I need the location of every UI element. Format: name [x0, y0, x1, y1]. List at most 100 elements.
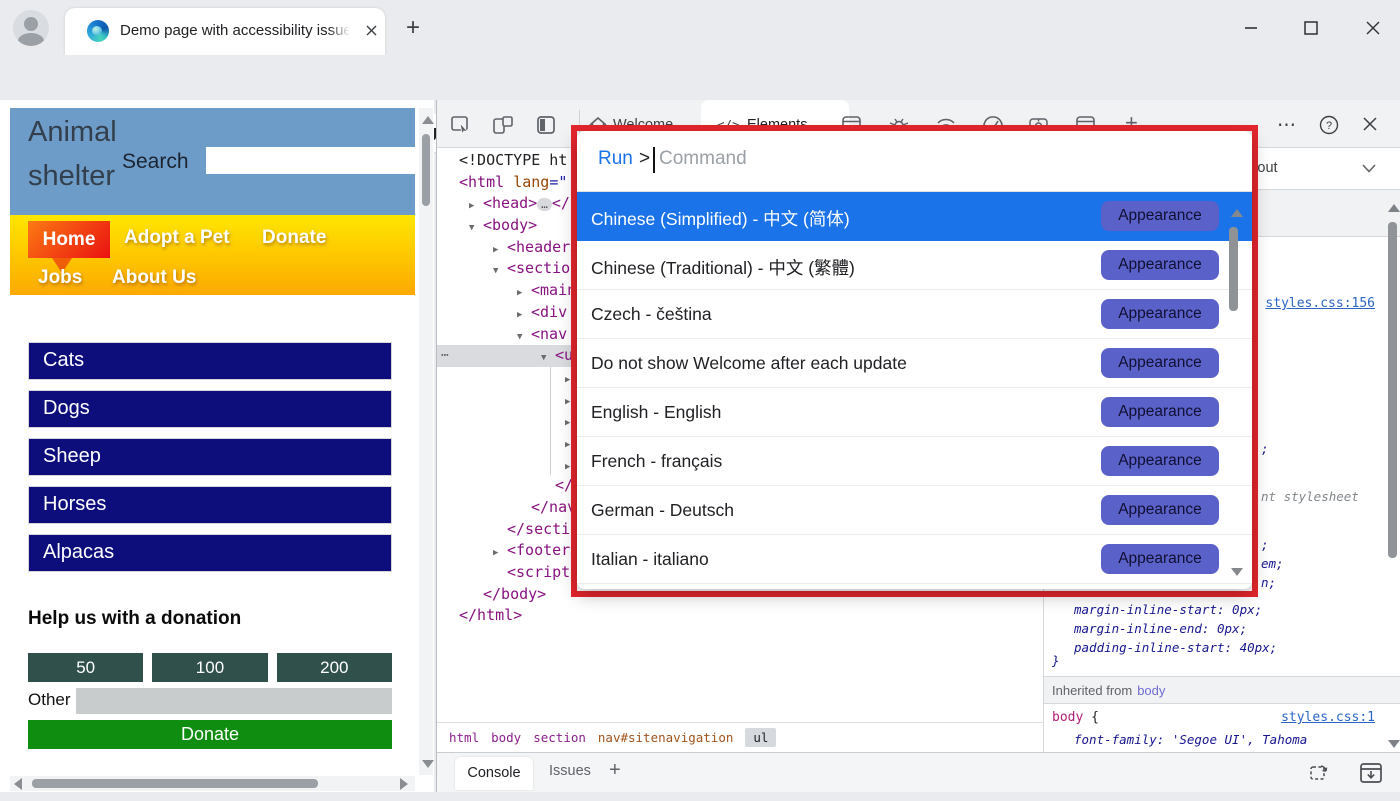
command-item-badge[interactable]: Appearance — [1101, 446, 1219, 476]
animal-button-sheep[interactable]: Sheep — [28, 438, 392, 476]
command-item[interactable]: English - English Appearance — [577, 388, 1252, 437]
palette-scroll-thumb[interactable] — [1229, 227, 1238, 311]
page-hscroll-thumb[interactable] — [32, 779, 318, 788]
new-tab-button[interactable]: + — [400, 16, 426, 42]
breadcrumb-item-section[interactable]: section — [533, 730, 586, 745]
profile-avatar[interactable] — [13, 10, 49, 46]
code-segment: <header> — [507, 237, 580, 256]
scroll-down-icon[interactable] — [422, 760, 434, 768]
donate-button[interactable]: Donate — [28, 720, 392, 749]
command-item[interactable]: Do not show Welcome after each update App… — [577, 339, 1252, 388]
site-title-line2: shelter — [28, 160, 116, 192]
command-item-label: Chinese (Traditional) - 中文 (繁體) — [591, 258, 855, 278]
command-item-badge[interactable]: Appearance — [1101, 201, 1219, 231]
command-item-badge[interactable]: Appearance — [1101, 250, 1219, 280]
scroll-up-icon[interactable] — [422, 116, 434, 124]
body-stylesheet-link[interactable]: styles.css:1 — [1281, 710, 1375, 725]
nav-item-jobs[interactable]: Jobs — [38, 267, 82, 289]
device-emulation-icon[interactable] — [493, 116, 513, 134]
css-fragment: em; — [1261, 556, 1284, 571]
text-cursor — [653, 147, 655, 173]
command-item[interactable]: Chinese (Simplified) - 中文 (简体) Appearance — [577, 192, 1252, 241]
breadcrumb-item-ul[interactable]: ul — [745, 728, 777, 747]
command-item-label: German - Deutsch — [591, 500, 734, 520]
command-list: Chinese (Simplified) - 中文 (简体) Appearance… — [577, 192, 1252, 584]
window-close-icon[interactable] — [1358, 14, 1388, 42]
dock-panel-icon[interactable] — [537, 116, 556, 134]
breadcrumb-item-body[interactable]: body — [491, 730, 521, 745]
inherited-body-link[interactable]: body — [1137, 683, 1165, 698]
animal-button-horses[interactable]: Horses — [28, 486, 392, 524]
command-item[interactable]: Italian - italiano Appearance — [577, 535, 1252, 584]
command-item-label: Czech - čeština — [591, 304, 712, 324]
tab-close-icon[interactable] — [361, 21, 381, 41]
row-menu-icon[interactable]: ⋯ — [441, 345, 449, 367]
command-item-label: Do not show Welcome after each update — [591, 353, 907, 373]
inspect-element-icon[interactable] — [451, 116, 471, 134]
sidebar-scroll-up-icon[interactable] — [1388, 204, 1400, 212]
command-item-badge[interactable]: Appearance — [1101, 495, 1219, 525]
code-segment: <footer> — [507, 541, 580, 560]
add-drawer-tab-icon[interactable]: + — [609, 759, 621, 782]
command-item-badge[interactable]: Appearance — [1101, 397, 1219, 427]
tab-strip: Demo page with accessibility issue + — [0, 0, 1400, 55]
command-input[interactable]: Run > Command — [577, 131, 1252, 192]
command-item-badge[interactable]: Appearance — [1101, 544, 1219, 574]
page-vscroll-thumb[interactable] — [422, 134, 430, 206]
palette-scroll-up-icon[interactable] — [1231, 209, 1243, 217]
browser-tab[interactable]: Demo page with accessibility issue — [65, 8, 385, 55]
code-segment: </body> — [483, 584, 547, 603]
code-segment: <section — [507, 259, 580, 278]
body-selector: body — [1052, 710, 1084, 725]
sidebar-scroll-thumb[interactable] — [1388, 222, 1397, 558]
window-minimize-icon[interactable] — [1236, 14, 1266, 42]
css-fragment: nt stylesheet — [1261, 489, 1359, 504]
dom-tree-row[interactable]: </html> — [437, 605, 1043, 627]
animal-list: Cats Dogs Sheep Horses Alpacas — [28, 342, 392, 582]
breadcrumb: html body section nav#sitenavigation ul — [437, 722, 1043, 752]
devtools-close-icon[interactable] — [1362, 116, 1378, 132]
nav-item-home[interactable]: Home — [28, 221, 110, 258]
command-item-badge[interactable]: Appearance — [1101, 348, 1219, 378]
chevron-down-icon[interactable] — [1362, 164, 1376, 173]
palette-scroll-down-icon[interactable] — [1231, 568, 1243, 576]
font-family-property: font-family: 'Segoe UI', Tahoma — [1074, 732, 1308, 747]
command-item[interactable]: Chinese (Traditional) - 中文 (繁體) Appearanc… — [577, 241, 1252, 290]
donation-amount-button-50[interactable]: 50 — [28, 653, 144, 682]
command-item[interactable]: Czech - čeština Appearance — [577, 290, 1252, 339]
donation-amount-button-200[interactable]: 200 — [276, 653, 392, 682]
command-item-badge[interactable]: Appearance — [1101, 299, 1219, 329]
search-input[interactable] — [206, 147, 415, 174]
drawer-collapse-icon[interactable] — [1359, 762, 1383, 784]
ul-rule-properties: margin-inline-start: 0px; margin-inline-e… — [1074, 600, 1277, 657]
command-palette: Run > Command Chinese (Simplified) - 中文 … — [577, 131, 1252, 589]
command-item[interactable]: German - Deutsch Appearance — [577, 486, 1252, 535]
breadcrumb-item-nav-sitenavigation[interactable]: nav#sitenavigation — [598, 730, 733, 745]
nav-item-adopt[interactable]: Adopt a Pet — [124, 227, 230, 249]
scroll-left-icon[interactable] — [14, 778, 22, 790]
nav-item-donate[interactable]: Donate — [262, 227, 326, 249]
nav-item-about[interactable]: About Us — [112, 267, 196, 289]
other-amount-input[interactable] — [76, 688, 392, 714]
drawer-undock-icon[interactable] — [1309, 762, 1333, 784]
stylesheet-link[interactable]: styles.css:156 — [1265, 296, 1375, 311]
devtools-more-icon[interactable]: ⋯ — [1277, 114, 1296, 137]
sidebar-scroll-down-icon[interactable] — [1388, 740, 1400, 748]
animal-button-dogs[interactable]: Dogs — [28, 390, 392, 428]
breadcrumb-item-html[interactable]: html — [449, 730, 479, 745]
tab-issues[interactable]: Issues — [549, 763, 591, 779]
site-header: Animal shelter Search — [10, 108, 415, 215]
css-fragment: n; — [1261, 575, 1277, 590]
animal-button-alpacas[interactable]: Alpacas — [28, 534, 392, 572]
donation-amount-button-100[interactable]: 100 — [152, 653, 268, 682]
animal-button-cats[interactable]: Cats — [28, 342, 392, 380]
command-item[interactable]: French - français Appearance — [577, 437, 1252, 486]
scroll-right-icon[interactable] — [400, 778, 408, 790]
tab-console[interactable]: Console — [455, 757, 533, 790]
code-segment: <div — [531, 302, 577, 321]
devtools-help-icon[interactable]: ? — [1319, 115, 1339, 135]
page-vertical-scrollbar[interactable] — [419, 108, 433, 775]
window-maximize-icon[interactable] — [1296, 14, 1326, 42]
edge-favicon-icon — [87, 20, 109, 42]
command-placeholder: Command — [659, 148, 747, 169]
